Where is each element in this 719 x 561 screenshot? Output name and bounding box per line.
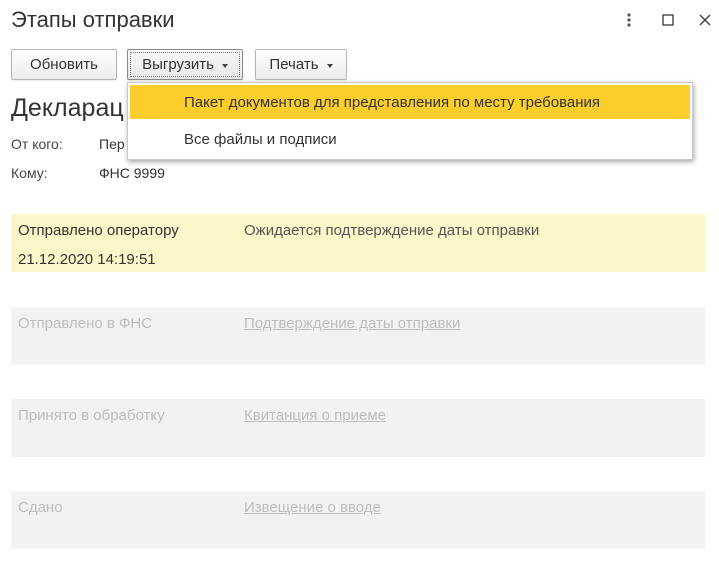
stage-link[interactable]: Подтверждение даты отправки [244,315,460,332]
stage-status: Ожидается подтверждение даты отправки [244,222,540,239]
maximize-icon[interactable] [660,12,676,28]
from-label: От кого: [11,136,63,152]
caret-down-icon [221,63,228,68]
stage-label: Сдано [18,499,63,516]
stage-label: Отправлено в ФНС [18,315,153,332]
menu-item-document-package[interactable]: Пакет документов для представления по ме… [130,85,690,119]
stage-sent-to-operator: Отправлено оператору Ожидается подтвержд… [11,214,705,272]
print-button-label: Печать [269,56,319,73]
stage-accepted: Принято в обработку Квитанция о приеме [11,399,705,457]
stage-label: Отправлено оператору [18,222,179,239]
print-button[interactable]: Печать [255,49,347,80]
stage-link[interactable]: Квитанция о приеме [244,407,386,424]
refresh-button-label: Обновить [30,56,98,73]
close-icon[interactable] [697,12,713,28]
to-value[interactable]: ФНС 9999 [99,165,165,181]
stage-link[interactable]: Извещение о вводе [244,499,381,516]
window-title: Этапы отправки [11,7,175,32]
export-button[interactable]: Выгрузить [127,49,243,80]
stage-date: 21.12.2020 14:19:51 [18,251,156,268]
vertical-dots-icon[interactable] [621,12,637,28]
refresh-button[interactable]: Обновить [11,49,117,80]
menu-item-all-files[interactable]: Все файлы и подписи [130,122,690,156]
caret-down-icon [326,63,333,68]
stage-label: Принято в обработку [18,407,165,424]
stage-submitted: Сдано Извещение о вводе [11,491,705,549]
stage-sent-to-fns: Отправлено в ФНС Подтверждение даты отпр… [11,307,705,365]
from-value[interactable]: Пер [99,136,125,152]
document-title: Декларац [11,94,124,122]
to-label: Кому: [11,165,48,181]
export-dropdown-menu: Пакет документов для представления по ме… [127,82,693,160]
